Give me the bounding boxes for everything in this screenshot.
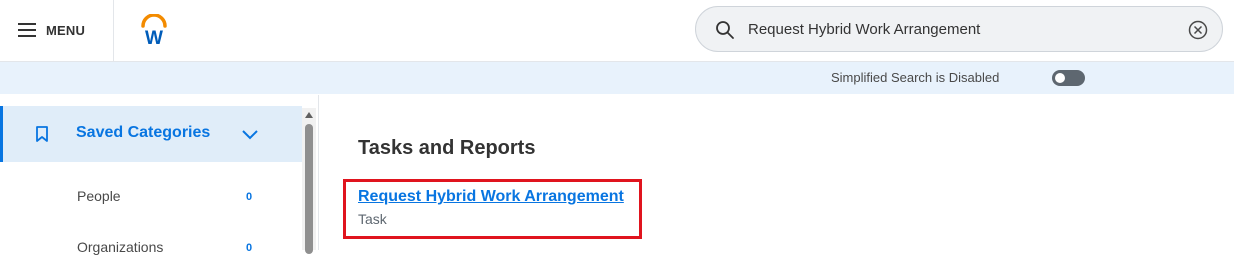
category-name: People <box>77 188 121 204</box>
category-count: 0 <box>246 191 253 203</box>
simplified-search-toggle[interactable] <box>1052 70 1085 86</box>
header-divider <box>113 0 114 61</box>
result-type: Task <box>358 211 387 227</box>
selected-indicator <box>0 106 3 162</box>
category-row-organizations[interactable]: Organizations 0 <box>0 227 302 267</box>
hamburger-icon <box>18 23 36 37</box>
bookmark-icon <box>36 126 48 142</box>
category-name: Organizations <box>77 239 164 255</box>
simplified-search-status: Simplified Search is Disabled <box>831 70 1000 85</box>
menu-label: MENU <box>46 22 86 38</box>
sidebar-scrollbar[interactable] <box>302 108 316 254</box>
workday-logo[interactable]: W <box>138 14 170 46</box>
clear-search-icon[interactable] <box>1188 20 1208 40</box>
search-icon <box>716 21 734 39</box>
saved-categories-label: Saved Categories <box>76 124 211 141</box>
menu-button[interactable]: MENU <box>18 19 85 41</box>
search-bar[interactable] <box>695 6 1223 52</box>
toggle-knob <box>1055 73 1065 83</box>
chevron-down-icon[interactable] <box>241 128 259 140</box>
search-options-band: Simplified Search is Disabled <box>0 62 1234 94</box>
category-sidebar: Saved Categories People 0 Organizations … <box>0 95 319 255</box>
result-link[interactable]: Request Hybrid Work Arrangement <box>358 188 624 206</box>
category-count: 0 <box>246 242 253 254</box>
category-row-people[interactable]: People 0 <box>0 176 302 216</box>
section-title: Tasks and Reports <box>358 137 536 159</box>
scroll-up-arrow-icon[interactable] <box>305 112 313 118</box>
scrollbar-thumb[interactable] <box>305 124 313 254</box>
search-input[interactable] <box>748 7 1168 51</box>
logo-letter: W <box>145 28 163 46</box>
top-header: MENU W <box>0 0 1234 62</box>
saved-categories-item[interactable]: Saved Categories <box>0 106 302 162</box>
